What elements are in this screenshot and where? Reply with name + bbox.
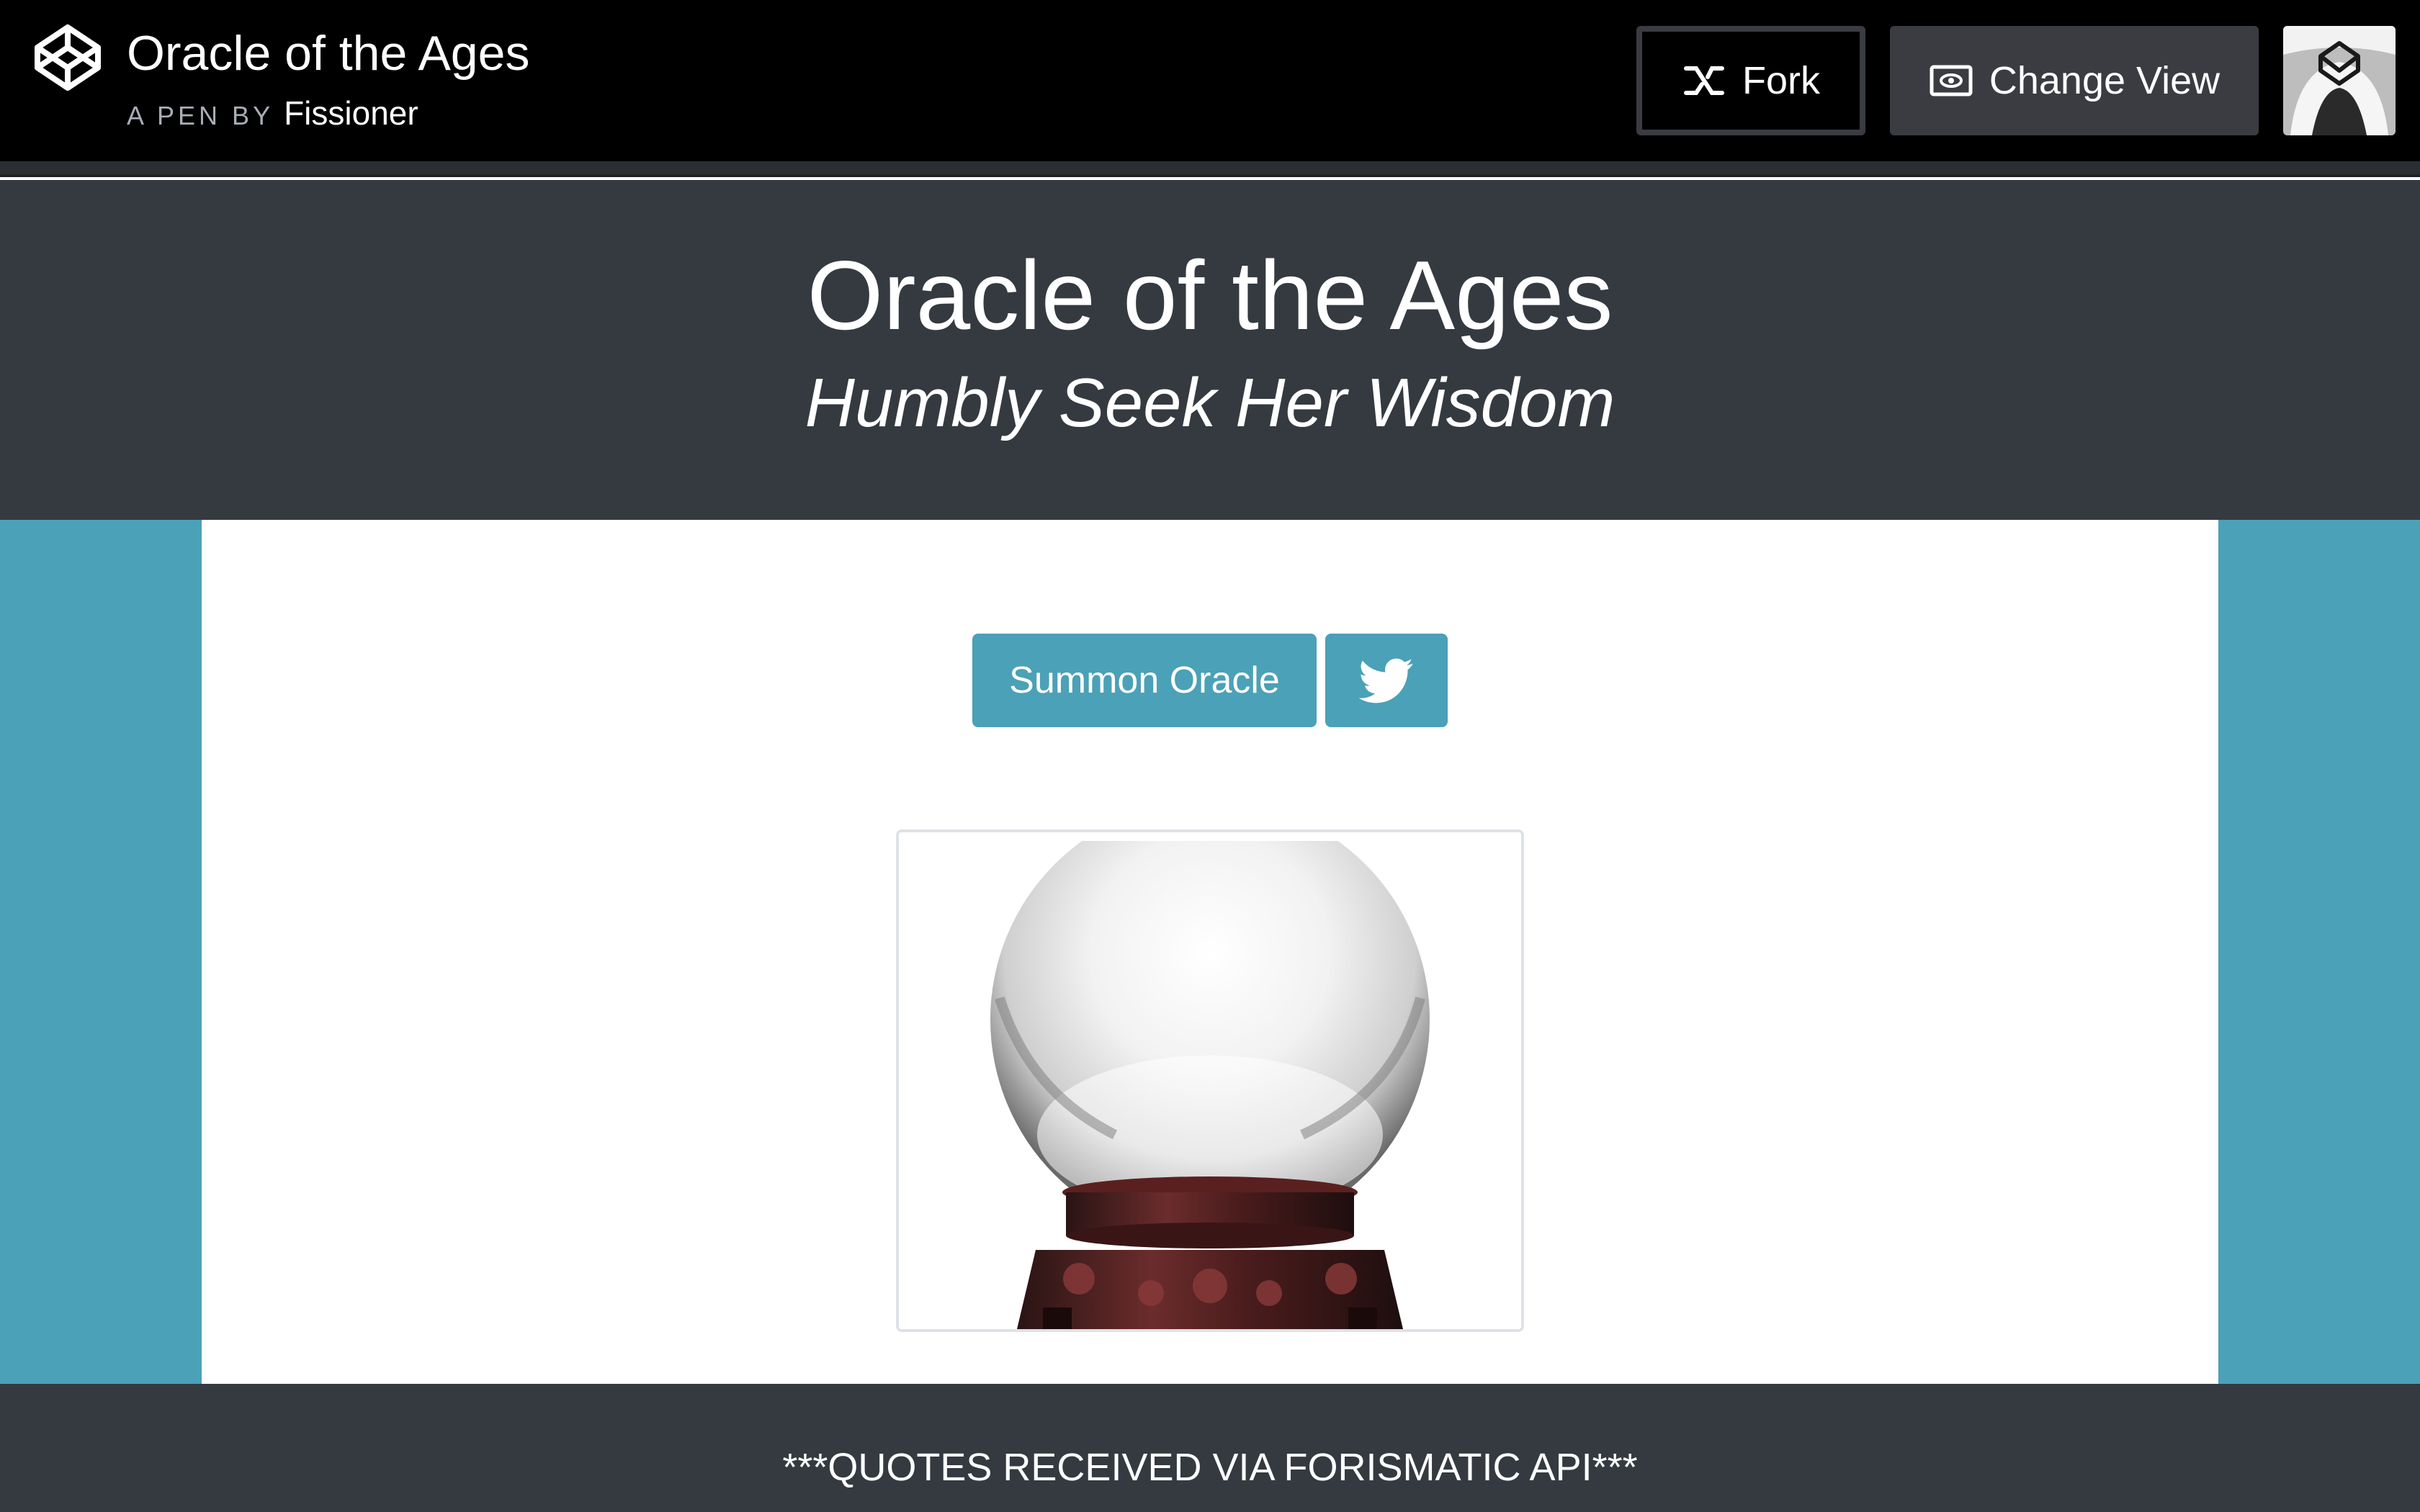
pen-title: Oracle of the Ages: [127, 26, 530, 81]
codepen-topbar: Oracle of the Ages A PEN BY Fissioner Fo…: [0, 0, 2420, 161]
page-footer: ***QUOTES RECEIVED VIA FORISMATIC API***: [0, 1384, 2420, 1512]
fork-label: Fork: [1742, 59, 1820, 102]
pen-byline: A PEN BY Fissioner: [127, 94, 418, 134]
page-header: Oracle of the Ages Humbly Seek Her Wisdo…: [0, 180, 2420, 520]
twitter-icon: [1359, 658, 1413, 703]
crystal-ball-image: [896, 829, 1524, 1332]
tweet-button[interactable]: [1325, 634, 1448, 727]
fork-button[interactable]: Fork: [1636, 26, 1865, 135]
change-view-label: Change View: [1989, 59, 2220, 102]
eye-icon: [1929, 58, 1973, 103]
footer-text: ***QUOTES RECEIVED VIA FORISMATIC API***: [782, 1446, 1638, 1489]
topbar-divider: [0, 161, 2420, 177]
crystal-ball-icon: [899, 832, 1521, 1329]
summon-oracle-button[interactable]: Summon Oracle: [972, 634, 1317, 727]
action-buttons: Summon Oracle: [972, 634, 1448, 727]
author-link[interactable]: Fissioner: [284, 94, 418, 132]
page-subtitle: Humbly Seek Her Wisdom: [805, 364, 1615, 441]
codepen-logo-icon[interactable]: [32, 22, 104, 94]
fork-icon: [1682, 58, 1726, 103]
page-title: Oracle of the Ages: [807, 240, 1613, 350]
user-avatar[interactable]: [2283, 26, 2396, 135]
byline-prefix: A PEN BY: [127, 101, 274, 130]
change-view-button[interactable]: Change View: [1890, 26, 2259, 135]
